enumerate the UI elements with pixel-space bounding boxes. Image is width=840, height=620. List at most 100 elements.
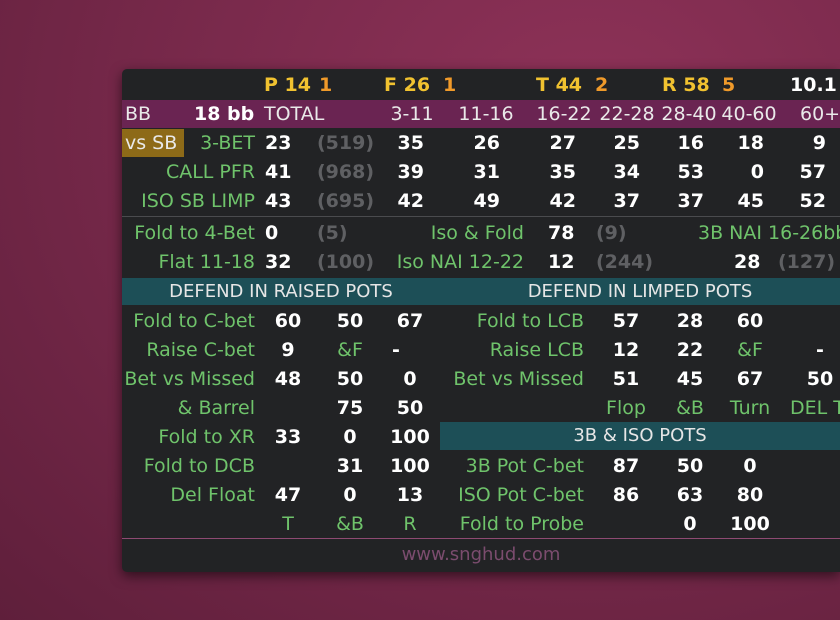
column-label: Flop <box>606 397 646 419</box>
stat-count: (244) <box>596 251 654 273</box>
position-label: BB <box>125 103 152 125</box>
stat-count: (519) <box>317 132 375 154</box>
stat-value: 51 <box>612 368 640 390</box>
column-label: &B <box>336 513 364 535</box>
footer-link[interactable]: www.snghud.com <box>122 541 840 569</box>
range-value: 53 <box>677 161 704 183</box>
stat-value: 13 <box>396 484 424 506</box>
stat-label-iso-fold: Iso & Fold <box>430 222 524 244</box>
stat-value: 50 <box>396 397 424 419</box>
stat-value: 48 <box>274 368 302 390</box>
stat-pct: 43 <box>265 190 292 212</box>
stat-label: Fold to C-bet <box>133 310 255 332</box>
stack-size: 18 bb <box>194 103 255 125</box>
range-value: 16 <box>677 132 704 154</box>
stat-value: 47 <box>274 484 302 506</box>
stat-label: & Barrel <box>177 397 255 419</box>
range-header: 3-11 <box>390 103 434 125</box>
range-value: 26 <box>473 132 500 154</box>
flop-count: 1 <box>443 74 457 96</box>
stack-value: 10.1 <box>790 74 837 96</box>
section-title: 3B & ISO POTS <box>573 425 707 446</box>
stat-value: 60 <box>736 310 764 332</box>
range-value: 18 <box>737 132 764 154</box>
river-count: 5 <box>722 74 736 96</box>
stat-count: (968) <box>317 161 375 183</box>
range-value: 45 <box>737 190 764 212</box>
range-header: 40-60 <box>721 103 777 125</box>
divider <box>122 216 840 217</box>
range-value: 9 <box>812 132 826 154</box>
flop-label: F 26 <box>384 74 431 96</box>
stat-label: 3B Pot C-bet <box>465 455 584 477</box>
range-value: 42 <box>397 190 424 212</box>
stat-label: Raise C-bet <box>146 339 255 361</box>
stat-count: (5) <box>317 222 348 244</box>
stat-value: 0 <box>343 484 357 506</box>
stat-value: 0 <box>743 455 757 477</box>
stat-value: 50 <box>676 455 704 477</box>
stat-value: 100 <box>730 513 770 535</box>
range-value: 37 <box>613 190 640 212</box>
stat-label: ISO Pot C-bet <box>458 484 584 506</box>
stat-value: 75 <box>336 397 364 419</box>
column-label: DEL T <box>790 397 840 419</box>
stat-label-iso-nai: Iso NAI 12-22 <box>396 251 524 273</box>
preflop-label: P 14 <box>264 74 311 96</box>
stat-count: (100) <box>317 251 375 273</box>
stat-pct: 28 <box>734 251 761 273</box>
stat-value: 100 <box>390 426 430 448</box>
range-header: 60+ <box>800 103 840 125</box>
range-value: 25 <box>613 132 640 154</box>
column-label: &B <box>676 397 704 419</box>
column-label: T <box>282 513 294 535</box>
stat-value: 86 <box>612 484 640 506</box>
stat-value: 0 <box>343 426 357 448</box>
stat-value: 60 <box>274 310 302 332</box>
range-value: 35 <box>397 132 424 154</box>
stat-value: 22 <box>676 339 704 361</box>
stat-value: - <box>392 339 400 361</box>
stat-label: Raise LCB <box>489 339 584 361</box>
stat-value: 80 <box>736 484 764 506</box>
stat-label: Bet vs Missed <box>453 368 584 390</box>
stat-value: 45 <box>676 368 704 390</box>
stat-pct: 0 <box>265 222 279 244</box>
stat-value: 50 <box>806 368 834 390</box>
range-value: 37 <box>677 190 704 212</box>
stat-label-fold-to-4bet: Fold to 4-Bet <box>134 222 255 244</box>
stat-pct: 23 <box>265 132 292 154</box>
stat-value: 9 <box>281 339 295 361</box>
stat-value: 57 <box>612 310 640 332</box>
stat-label: Fold to Probe <box>459 513 584 535</box>
stat-value: 31 <box>336 455 364 477</box>
range-value: 31 <box>473 161 500 183</box>
range-value: 0 <box>750 161 764 183</box>
stat-count: (695) <box>317 190 375 212</box>
stat-value: 0 <box>403 368 417 390</box>
stat-label-iso-sb-limp: ISO SB LIMP <box>141 190 255 212</box>
column-label: Turn <box>729 397 771 419</box>
stat-value: 0 <box>683 513 697 535</box>
stat-label-3b-nai: 3B NAI 16-26bb <box>698 222 840 244</box>
range-header: 22-28 <box>599 103 655 125</box>
stat-count: (9) <box>596 222 627 244</box>
stat-label-call-pfr: CALL PFR <box>165 161 255 183</box>
section-limped-pots: DEFEND IN LIMPED POTS <box>440 278 840 305</box>
hud-panel: P 14 1 F 26 1 T 44 2 R 58 5 10.1 BB 18 b… <box>122 69 840 572</box>
range-value: 57 <box>799 161 826 183</box>
stat-value: 67 <box>396 310 424 332</box>
stat-value: &F <box>737 339 763 361</box>
stat-value: - <box>816 339 824 361</box>
section-3b-iso-pots: 3B & ISO POTS <box>440 422 840 450</box>
range-value: 49 <box>473 190 500 212</box>
stat-value: 87 <box>612 455 640 477</box>
turn-count: 2 <box>595 74 609 96</box>
stat-label: Bet vs Missed <box>124 368 255 390</box>
range-value: 52 <box>799 190 826 212</box>
stat-label: Fold to DCB <box>143 455 255 477</box>
range-header: 11-16 <box>458 103 514 125</box>
stat-pct: 32 <box>265 251 292 273</box>
stat-label-3bet: 3-BET <box>200 132 255 154</box>
stat-label: Fold to LCB <box>476 310 584 332</box>
